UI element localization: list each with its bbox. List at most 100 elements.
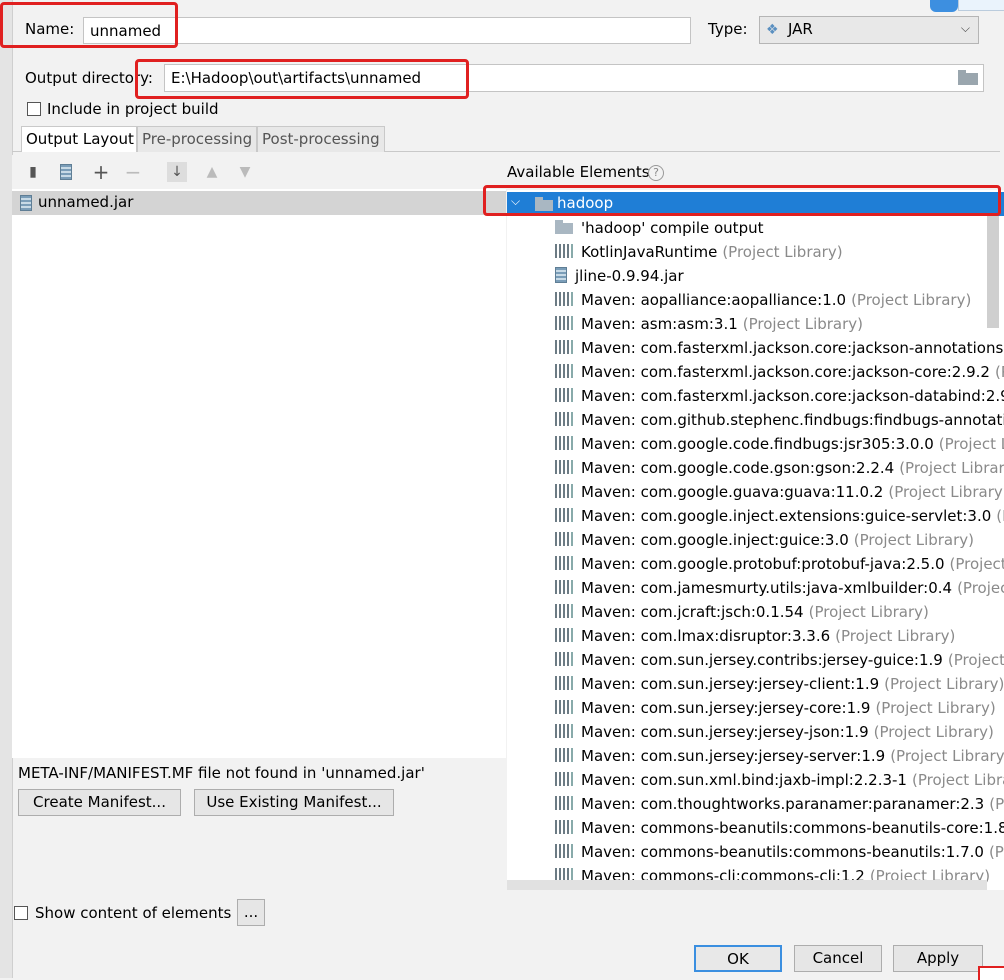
manifest-message: META-INF/MANIFEST.MF file not found in '… [18,764,425,782]
new-directory-icon[interactable]: ▮ [23,162,43,182]
type-dropdown-value: JAR [788,20,813,38]
library-icon [555,748,573,762]
tree-item-label: Maven: com.sun.jersey:jersey-core:1.9 [581,699,871,717]
library-icon [555,772,573,786]
tree-item-label: Maven: com.google.inject:guice:3.0 [581,531,849,549]
tree-item[interactable]: Maven: asm:asm:3.1 (Project Library) [555,312,863,336]
tree-item-suffix: (Project Library) [853,531,975,549]
name-input[interactable]: unnamed [83,17,691,44]
tree-item[interactable]: Maven: com.google.guava:guava:11.0.2 (Pro… [555,480,1004,504]
include-in-build-checkbox[interactable] [27,102,41,116]
jar-icon [555,267,567,283]
tree-item[interactable]: Maven: com.sun.jersey:jersey-json:1.9 (Pr… [555,720,994,744]
move-up-icon[interactable]: ▲ [202,162,222,182]
sort-icon[interactable]: ↓ [167,162,187,182]
library-icon [555,292,573,306]
horizontal-scrollbar[interactable] [507,880,987,890]
tree-item[interactable]: jline-0.9.94.jar [555,264,684,288]
ellipsis-button[interactable]: ... [237,899,265,926]
tree-item-label: Maven: com.google.inject.extensions:guic… [581,507,992,525]
tree-item-label: Maven: commons-beanutils:commons-beanuti… [581,843,984,861]
tree-item[interactable]: Maven: com.thoughtworks.paranamer:parana… [555,792,1004,816]
library-icon [555,436,573,450]
tree-item[interactable]: Maven: com.lmax:disruptor:3.3.6 (Project … [555,624,955,648]
tree-item-suffix: (Project Library) [808,603,929,621]
tree-item[interactable]: Maven: com.sun.xml.bind:jaxb-impl:2.2.3-… [555,768,1004,792]
tree-item[interactable]: Maven: com.sun.jersey:jersey-server:1.9(… [555,744,1004,768]
tree-item-suffix: (Project Library) [888,483,1004,501]
help-icon[interactable]: ? [648,165,664,181]
tab-post-processing[interactable]: Post-processing [257,126,385,152]
tree-item[interactable]: KotlinJavaRuntime (Project Library) [555,240,843,264]
tree-item[interactable]: Maven: com.jcraft:jsch:0.1.54 (Project Li… [555,600,929,624]
jar-icon [20,195,32,211]
tree-item-suffix: (Project Library [899,459,1004,477]
tree-item-label: Maven: com.google.code.gson:gson:2.2.4 [581,459,895,477]
tree-item-label: jline-0.9.94.jar [575,267,684,285]
library-icon [555,604,573,618]
tree-item-suffix: (Project Librar [911,771,1004,789]
library-icon [555,676,573,690]
vertical-scrollbar-thumb[interactable] [987,216,999,328]
library-icon [555,628,573,642]
tree-item-label: Maven: com.thoughtworks.paranamer:parana… [581,795,985,813]
chevron-down-icon: ⌵ [511,194,521,208]
tree-item-suffix: (Project [949,555,1004,573]
library-icon [555,796,573,810]
add-archive-icon[interactable] [56,162,76,182]
include-in-build-label: Include in project build [47,100,219,118]
tree-item[interactable]: Maven: com.jamesmurty.utils:java-xmlbuil… [555,576,1004,600]
tree-item[interactable]: Maven: com.sun.jersey:jersey-core:1.9 (Pr… [555,696,996,720]
tree-item-label: Maven: com.sun.jersey:jersey-server:1.9 [581,747,886,765]
library-icon [555,844,573,858]
tree-item[interactable]: Maven: com.google.protobuf:protobuf-java… [555,552,1004,576]
tree-item-label: Maven: com.jcraft:jsch:0.1.54 [581,603,804,621]
left-panel [12,155,506,758]
remove-icon[interactable]: − [123,160,143,184]
cancel-button[interactable]: Cancel [794,945,882,972]
tree-item-label: Maven: com.github.stephenc.findbugs:find… [581,411,1004,429]
tree-item[interactable]: Maven: com.sun.jersey.contribs:jersey-gu… [555,648,1004,672]
create-manifest-button[interactable]: Create Manifest... [18,789,181,816]
tree-item[interactable]: Maven: aopalliance:aopalliance:1.0 (Proje… [555,288,971,312]
tree-item[interactable]: Maven: com.google.code.findbugs:jsr305:3… [555,432,1004,456]
library-icon [555,388,573,402]
tree-item-label: KotlinJavaRuntime [581,243,718,261]
tree-item[interactable]: Maven: commons-beanutils:commons-beanuti… [555,840,1004,864]
tree-item[interactable]: 'hadoop' compile output [555,216,763,240]
corner-app-icon [930,0,958,12]
tree-root-row[interactable]: ⌵ hadoop [507,192,1004,216]
add-icon[interactable]: + [91,160,111,184]
tree-item-suffix: (Project Library) [875,699,996,717]
type-dropdown[interactable]: ❖ JAR ⌵ [759,16,979,44]
tree-item[interactable]: Maven: com.google.inject:guice:3.0 (Proje… [555,528,974,552]
tree-item-label: Maven: asm:asm:3.1 [581,315,738,333]
output-directory-input[interactable]: E:\Hadoop\out\artifacts\unnamed [164,64,984,92]
tree-item-label: Maven: commons-beanutils:commons-beanuti… [581,819,1004,837]
tree-item[interactable]: Maven: com.google.inject.extensions:guic… [555,504,1004,528]
move-down-icon[interactable]: ▼ [235,162,255,182]
tree-item[interactable]: Maven: com.fasterxml.jackson.core:jackso… [555,336,1004,360]
tab-output-layout[interactable]: Output Layout [21,126,137,152]
library-icon [555,484,573,498]
left-tree-item-label: unnamed.jar [38,193,134,211]
use-existing-manifest-button[interactable]: Use Existing Manifest... [194,789,394,816]
show-content-checkbox[interactable] [14,906,28,920]
tree-item-suffix: (Project Library) [890,747,1004,765]
tree-item[interactable]: Maven: com.sun.jersey:jersey-client:1.9(… [555,672,1004,696]
tree-item-label: Maven: com.fasterxml.jackson.core:jackso… [581,387,1004,405]
left-tree-row[interactable]: unnamed.jar [12,191,506,215]
tree-item[interactable]: Maven: com.google.code.gson:gson:2.2.4 (P… [555,456,1004,480]
tree-item[interactable]: Maven: commons-beanutils:commons-beanuti… [555,816,1004,840]
tree-item[interactable]: Maven: com.fasterxml.jackson.core:jackso… [555,384,1004,408]
library-icon [555,580,573,594]
tree-item-label: Maven: com.sun.xml.bind:jaxb-impl:2.2.3-… [581,771,907,789]
apply-button[interactable]: Apply [893,945,983,972]
tree-item[interactable]: Maven: com.fasterxml.jackson.core:jackso… [555,360,1004,384]
folder-browse-icon[interactable] [958,70,978,85]
ok-button[interactable]: OK [694,945,782,972]
tree-item-label: Maven: com.jamesmurty.utils:java-xmlbuil… [581,579,953,597]
tree-item[interactable]: Maven: com.github.stephenc.findbugs:find… [555,408,1004,432]
tab-pre-processing[interactable]: Pre-processing [137,126,257,152]
module-output-icon [555,220,573,234]
